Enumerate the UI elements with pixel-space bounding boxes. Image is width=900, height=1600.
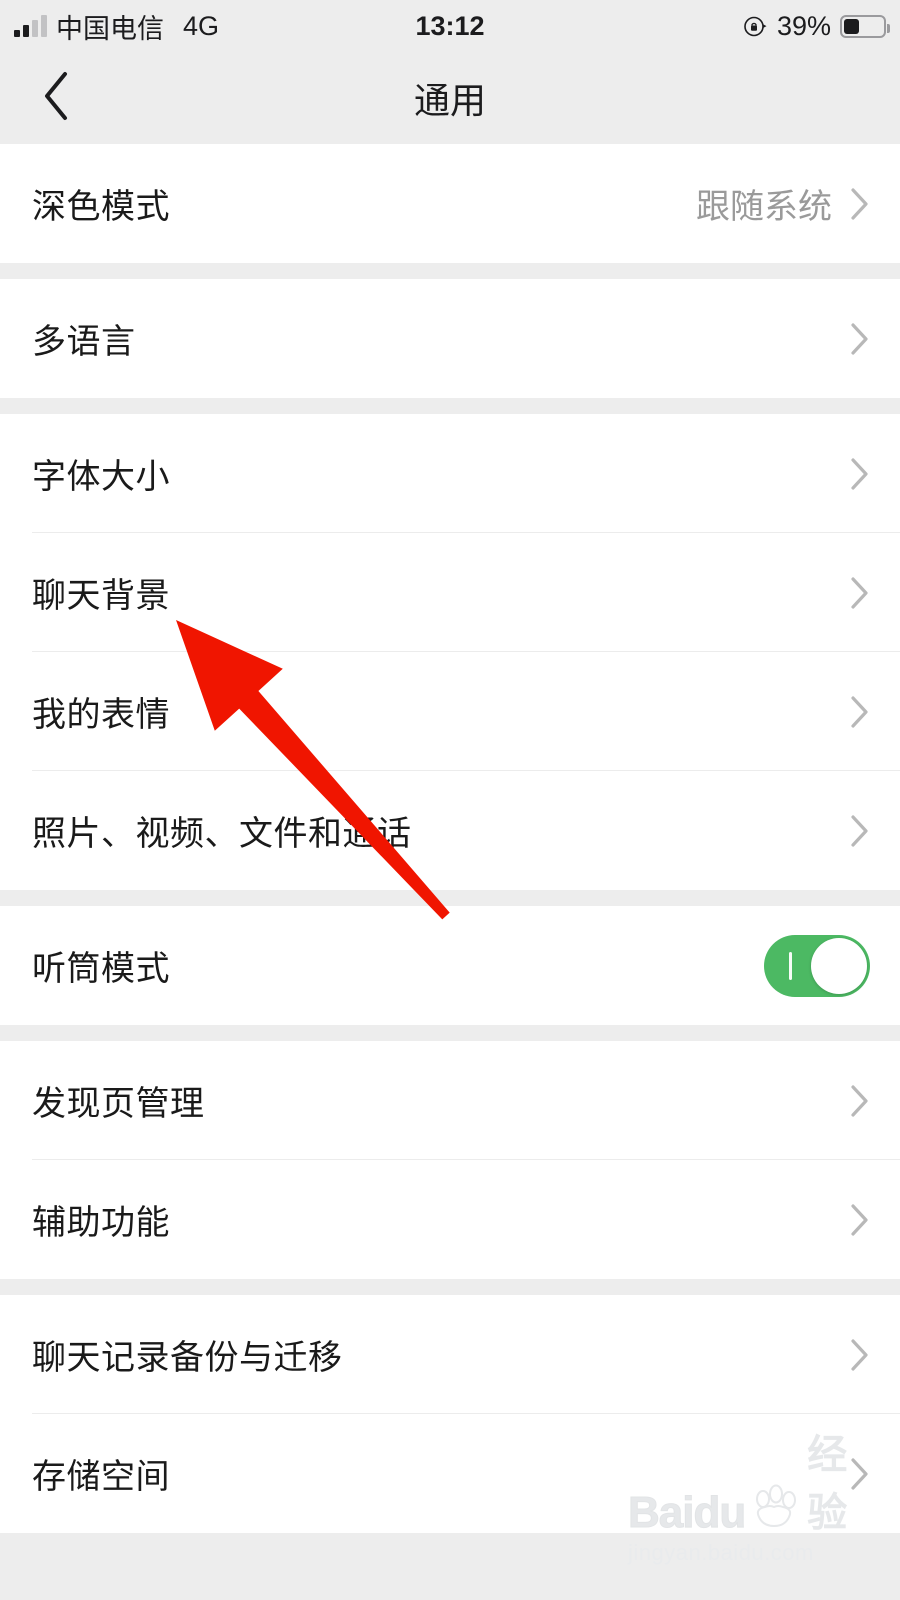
group-separator — [0, 398, 900, 414]
settings-row-label: 发现页管理 — [32, 1085, 205, 1123]
settings-row-label: 聊天记录备份与迁移 — [32, 1339, 343, 1377]
settings-row[interactable]: 存储空间 — [0, 1414, 900, 1533]
settings-row[interactable]: 发现页管理 — [0, 1041, 900, 1160]
settings-row[interactable]: 我的表情 — [0, 652, 900, 771]
settings-row-label: 多语言 — [32, 323, 136, 361]
chevron-right-icon — [851, 576, 868, 609]
settings-row-label: 照片、视频、文件和通话 — [32, 815, 412, 853]
battery-percentage: 39% — [776, 10, 831, 41]
status-bar-right: 39% — [743, 0, 890, 52]
chevron-right-icon — [851, 1338, 868, 1371]
settings-row[interactable]: 听筒模式 — [0, 906, 900, 1025]
settings-row[interactable]: 深色模式 跟随系统 — [0, 144, 900, 263]
group-separator — [0, 890, 900, 906]
status-bar: 中国电信 4G 13:12 39% — [0, 0, 900, 52]
toggle-mark — [789, 951, 792, 980]
settings-row[interactable]: 字体大小 — [0, 414, 900, 533]
rotation-lock-icon — [743, 14, 768, 39]
chevron-right-icon — [851, 322, 868, 355]
group-separator — [0, 1025, 900, 1041]
settings-row-label: 辅助功能 — [32, 1204, 170, 1242]
phone-screen: 中国电信 4G 13:12 39% 通用 深色模式 跟随系统 多语言 字体大小 … — [0, 0, 900, 1600]
settings-row-label: 听筒模式 — [32, 950, 170, 988]
settings-row[interactable]: 辅助功能 — [0, 1160, 900, 1279]
chevron-right-icon — [851, 1457, 868, 1490]
chevron-right-icon — [851, 457, 868, 490]
settings-row[interactable]: 多语言 — [0, 279, 900, 398]
chevron-right-icon — [851, 1084, 868, 1117]
toggle-knob — [811, 937, 867, 994]
settings-group: 字体大小聊天背景我的表情照片、视频、文件和通话 — [0, 414, 900, 890]
settings-group: 聊天记录备份与迁移 存储空间 — [0, 1295, 900, 1533]
settings-group: 发现页管理 辅助功能 — [0, 1041, 900, 1279]
settings-row-label: 深色模式 — [32, 188, 170, 226]
settings-row-label: 我的表情 — [32, 696, 170, 734]
settings-row[interactable]: 聊天背景 — [0, 533, 900, 652]
settings-toggle[interactable] — [764, 934, 870, 997]
chevron-right-icon — [851, 814, 868, 847]
settings-row-value: 跟随系统 — [696, 188, 832, 226]
settings-row-label: 存储空间 — [32, 1458, 170, 1496]
page-title: 通用 — [413, 80, 486, 121]
settings-group: 多语言 — [0, 279, 900, 398]
chevron-right-icon — [851, 1203, 868, 1236]
battery-icon — [840, 14, 890, 38]
navigation-bar: 通用 — [0, 52, 900, 144]
settings-list[interactable]: 深色模式 跟随系统多语言字体大小聊天背景我的表情照片、视频、文件和通话 听筒模式发现… — [0, 144, 900, 1600]
settings-row[interactable]: 照片、视频、文件和通话 — [0, 771, 900, 890]
chevron-right-icon — [851, 695, 868, 728]
settings-row[interactable]: 聊天记录备份与迁移 — [0, 1295, 900, 1414]
chevron-right-icon — [851, 187, 868, 220]
settings-group: 听筒模式 — [0, 906, 900, 1025]
settings-row-label: 字体大小 — [32, 458, 170, 496]
settings-row-label: 聊天背景 — [32, 577, 170, 615]
group-separator — [0, 1279, 900, 1295]
group-separator — [0, 263, 900, 279]
settings-group: 深色模式 跟随系统 — [0, 144, 900, 263]
